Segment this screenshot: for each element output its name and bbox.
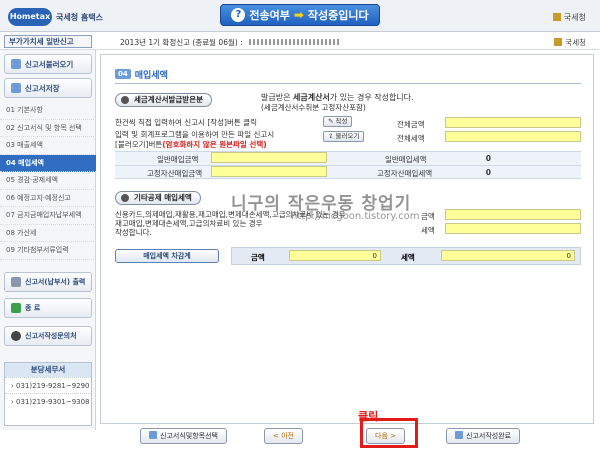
save-return-button[interactable]: 신고서저장 xyxy=(4,78,92,98)
folder-icon xyxy=(11,59,21,69)
nts-brand-sub: 국세청 xyxy=(554,37,586,48)
section-title-text: 매입세액 xyxy=(134,70,168,81)
summary-amount-label: 금액 xyxy=(251,253,265,262)
panel1-instruction-1: 한건씩 직접 입력하여 신고시 [작성]버튼 클릭 xyxy=(115,118,257,127)
general-amount-field[interactable] xyxy=(211,152,327,163)
step-menu: 01 기본사항 02 신고서식 및 항목 선택 03 매출세액 04 매입세액 … xyxy=(0,102,96,260)
other-tax-label: 세액 xyxy=(421,226,435,235)
exit-icon xyxy=(11,303,21,313)
panel1-instruction-3: [불러오기]버튼(암호화하지 않은 원본파일 선택) xyxy=(115,140,267,149)
contact-button[interactable]: 신고서작성문의처 xyxy=(4,326,92,346)
write-button[interactable]: ✎ 작성 xyxy=(323,116,353,127)
end-button[interactable]: 종 료 xyxy=(4,298,92,318)
summary-amount-field: 0 xyxy=(289,250,381,261)
total-tax-label: 전체세액 xyxy=(397,134,425,143)
menu-item-sales-tax[interactable]: 03 매출세액 xyxy=(0,137,96,155)
menu-item-deduction[interactable]: 05 경감·공제세액 xyxy=(0,172,96,190)
load-return-button[interactable]: 신고서불러오기 xyxy=(4,54,92,74)
document-icon xyxy=(121,96,129,104)
arrow-right-icon: ➡ xyxy=(293,8,304,22)
menu-item-gold-buyer[interactable]: 07 금지금매입자납부세액 xyxy=(0,207,96,225)
section-divider xyxy=(115,83,581,84)
menu-item-form-select[interactable]: 02 신고서식 및 항목 선택 xyxy=(0,120,96,137)
general-tax-value: 0 xyxy=(485,154,491,163)
panel-other-deduction: 기타공제 매입세액 xyxy=(115,191,201,205)
filing-title: 2013년 1기 확정신고 (종료월 06월) : xyxy=(120,37,339,48)
nts-brand: 국세청 xyxy=(552,12,586,23)
watermark-url: http://nicgoon.tistory.com xyxy=(291,211,420,222)
general-tax-label: 일반매입세액 xyxy=(385,155,427,164)
save-icon xyxy=(11,83,21,93)
section-number: 04 xyxy=(115,69,131,79)
summary-tax-label: 세액 xyxy=(401,253,415,262)
tax-office-box: 분당세무서 › 031)219-9281~9290 › 031)219-9301… xyxy=(4,362,92,426)
next-button-highlight xyxy=(360,418,418,448)
app-header: Hometax 국세청 홈택스 ? 전송여부 ➡ 작성중입니다 국세청 xyxy=(0,0,600,32)
tax-office-phone: › 031)219-9301~9308 xyxy=(5,393,91,409)
nts-emblem-icon xyxy=(552,13,561,21)
list-icon xyxy=(149,431,157,439)
menu-item-basic[interactable]: 01 기본사항 xyxy=(0,102,96,120)
menu-item-purchase-tax[interactable]: 04 매입세액 xyxy=(0,154,96,172)
printer-icon xyxy=(11,277,21,287)
sidebar: 신고서불러오기 신고서저장 01 기본사항 02 신고서식 및 항목 선택 03… xyxy=(0,50,96,430)
nts-emblem-icon xyxy=(554,38,563,46)
fixed-amount-label: 고정자산매입금액 xyxy=(147,169,203,178)
main-panel: 04 매입세액 세금계산서발급받은분 발급받은 세금계산서가 있는 경우 작성합… xyxy=(100,54,594,424)
menu-item-prepayment[interactable]: 06 예정고지·예정신고 xyxy=(0,190,96,207)
purchase-tax-subtotal-button[interactable]: 매입세액 차감계 xyxy=(115,249,219,263)
question-icon: ? xyxy=(231,8,246,22)
sub-header: 부가가치세 일반신고 2013년 1기 확정신고 (종료월 06월) : 국세청 xyxy=(0,32,600,50)
panel1-description-sub: (세금계산서수취분 고정자산포함) xyxy=(261,103,366,112)
site-name: 국세청 홈택스 xyxy=(56,13,103,22)
other-amount-label: 금액 xyxy=(421,212,435,221)
select-form-button[interactable]: 신고서식및항목선택 xyxy=(140,428,227,444)
masked-business-info xyxy=(248,39,339,45)
panel2-description-3: 작성합니다. xyxy=(115,228,152,237)
banner-left: 전송여부 xyxy=(249,9,290,22)
general-amount-label: 일반매입금액 xyxy=(157,155,199,164)
total-tax-field[interactable] xyxy=(445,131,581,142)
total-amount-label: 전체금액 xyxy=(397,120,425,129)
tax-office-phone: › 031)219-9281~9290 xyxy=(5,377,91,393)
total-amount-field[interactable] xyxy=(445,117,581,128)
menu-item-penalty[interactable]: 08 가산세 xyxy=(0,225,96,242)
complete-return-button[interactable]: 신고서작성완료 xyxy=(446,428,521,444)
prev-button[interactable]: < 이전 xyxy=(264,428,303,444)
import-button[interactable]: ⇪ 불러오기 xyxy=(323,131,365,142)
hometax-logo[interactable]: Hometax xyxy=(8,8,52,26)
other-tax-field[interactable] xyxy=(445,223,581,234)
document-icon xyxy=(121,194,129,202)
fixed-tax-value: 0 xyxy=(485,168,491,177)
other-amount-field[interactable] xyxy=(445,209,581,220)
print-return-button[interactable]: 신고서(납부서) 출력 xyxy=(4,272,92,292)
status-banner: ? 전송여부 ➡ 작성중입니다 xyxy=(220,4,380,26)
tab-vat-general[interactable]: 부가가치세 일반신고 xyxy=(4,35,92,48)
panel-tax-invoice-received: 세금계산서발급받은분 xyxy=(115,93,212,107)
tax-office-title: 분당세무서 xyxy=(5,363,91,377)
banner-right: 작성중입니다 xyxy=(307,9,369,22)
footer-toolbar: 신고서식및항목선택 < 이전 다음 > 신고서작성완료 xyxy=(100,424,600,450)
phone-icon xyxy=(11,331,21,341)
summary-tax-field: 0 xyxy=(441,250,575,261)
fixed-tax-label: 고정자산매입세액 xyxy=(377,169,433,178)
menu-item-attachments[interactable]: 09 기타첨부서류입력 xyxy=(0,242,96,260)
check-icon xyxy=(455,431,463,439)
fixed-amount-field[interactable] xyxy=(211,166,327,177)
section-title: 04 매입세액 xyxy=(115,67,168,81)
